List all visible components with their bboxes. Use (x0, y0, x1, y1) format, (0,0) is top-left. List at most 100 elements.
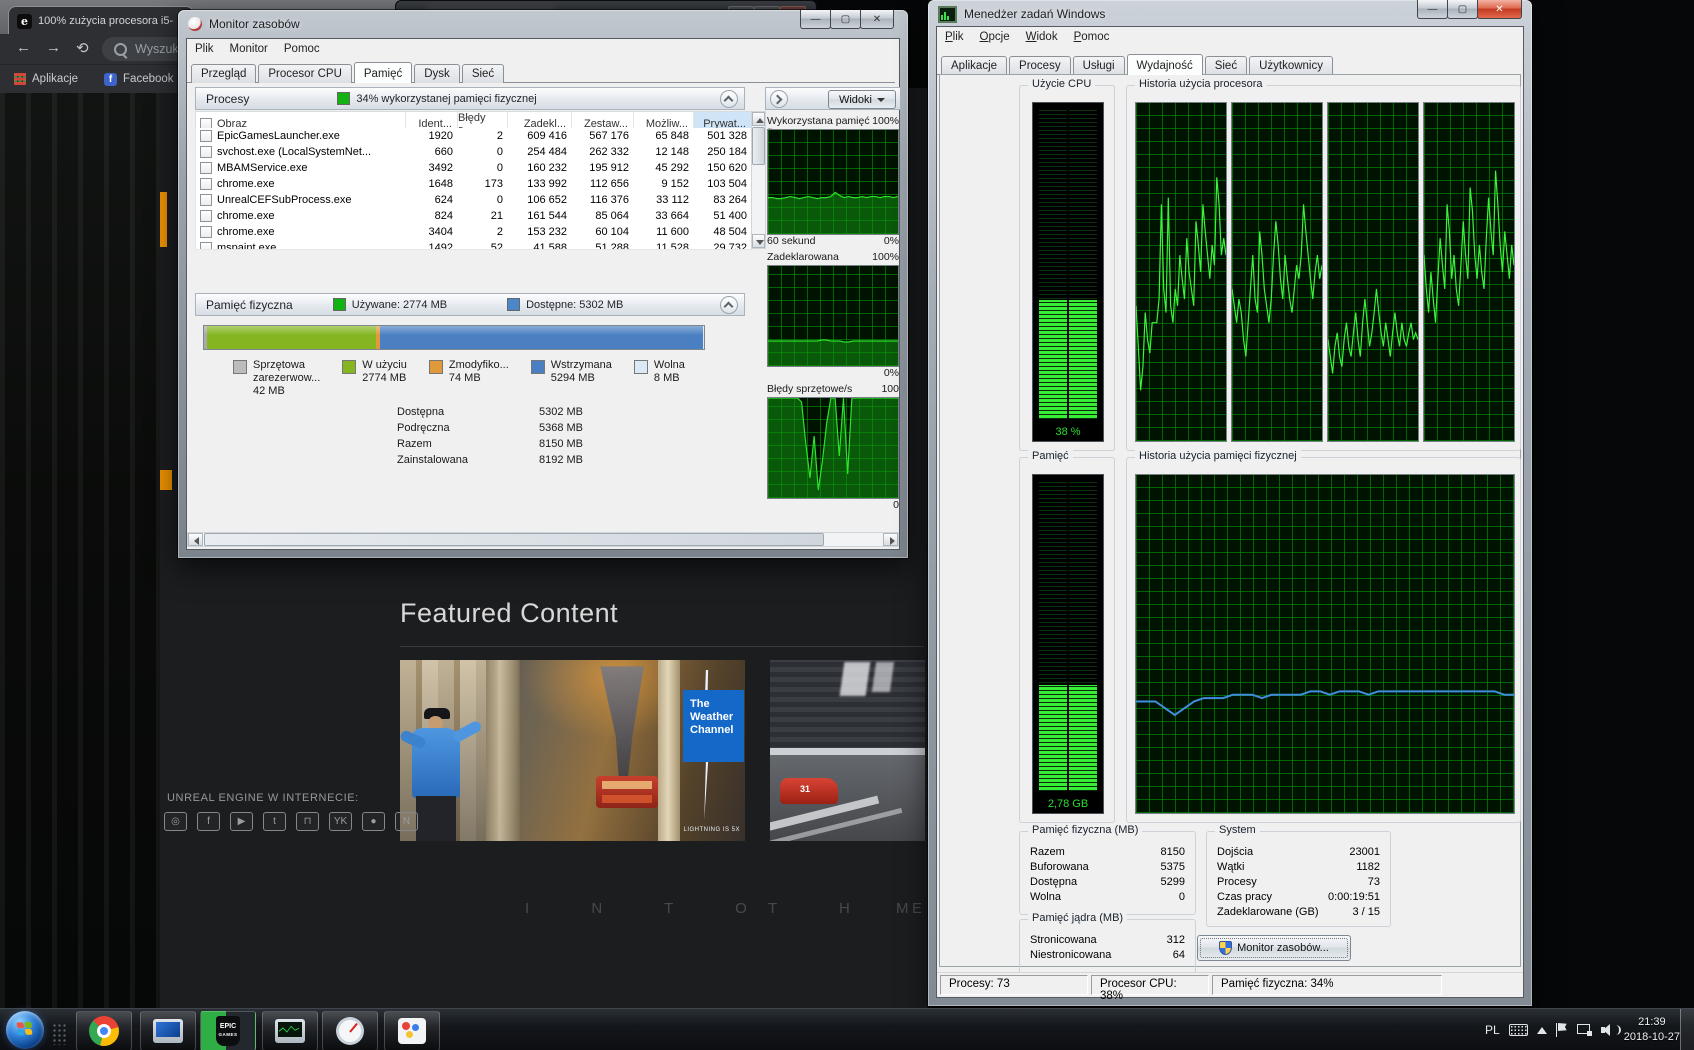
tab[interactable]: Sieć (1205, 56, 1247, 75)
taskbar-display-button[interactable] (140, 1011, 196, 1050)
cpu-usage-value: 38 % (1033, 426, 1103, 438)
menu-item[interactable]: Plik (195, 43, 214, 55)
taskbar-paint-button[interactable] (384, 1011, 440, 1050)
memory-legend-item: Wstrzymana5294 MB (531, 359, 612, 398)
rm-horizontal-scrollbar[interactable] (187, 532, 899, 547)
tab[interactable]: Usługi (1073, 56, 1125, 75)
forward-icon[interactable]: → (46, 39, 61, 56)
language-indicator[interactable]: PL (1485, 1023, 1500, 1037)
process-table-scrollbar[interactable] (751, 111, 766, 249)
menu-item[interactable]: Pomoc (284, 43, 320, 55)
process-row[interactable]: chrome.exe 1648173133 992 112 6569 15210… (196, 176, 752, 192)
tm-maximize-button[interactable]: ▢ (1447, 0, 1478, 19)
menu-item[interactable]: Plik (945, 31, 964, 43)
instagram-icon[interactable]: ◎ (164, 812, 187, 831)
processes-section-header[interactable]: Procesy 34% wykorzystanej pamięci fizycz… (195, 87, 745, 110)
expand-panel-button[interactable] (770, 90, 788, 108)
cpu-history-graph-4 (1423, 102, 1515, 442)
desktop-wallpaper (0, 88, 165, 1008)
task-manager-icon (275, 1019, 305, 1043)
membar-segment-in-use (207, 326, 376, 349)
vk-icon[interactable]: ● (362, 812, 385, 831)
tab[interactable]: Przegląd (191, 64, 256, 83)
rm-minimize-button[interactable]: — (800, 10, 831, 29)
scrollbar-thumb[interactable] (752, 127, 765, 165)
process-row[interactable]: UnrealCEFSubProcess.exe 6240106 652 116 … (196, 192, 752, 208)
desktop: e 100% zużycia procesora i5- ← → ⟲ Wyszu… (0, 0, 1694, 1050)
rm-titlebar[interactable]: Monitor zasobów (178, 10, 908, 38)
tab[interactable]: Pamięć (354, 62, 412, 83)
process-row[interactable]: svchost.exe (LocalSystemNet... 6600254 4… (196, 144, 752, 160)
tm-minimize-button[interactable]: — (1417, 0, 1448, 19)
tab[interactable]: Użytkownicy (1249, 56, 1333, 75)
bookmark-apps[interactable]: Aplikacje (14, 73, 78, 85)
tab[interactable]: Procesy (1009, 56, 1071, 75)
facebook-icon[interactable]: f (197, 812, 220, 831)
reload-icon[interactable]: ⟲ (76, 39, 89, 57)
hardware-faults-graph (767, 397, 899, 499)
menu-item[interactable]: Opcje (980, 31, 1010, 43)
menu-item[interactable]: Pomoc (1074, 31, 1110, 43)
action-center-flag-icon[interactable] (1556, 1023, 1568, 1037)
physical-memory-section-header[interactable]: Pamięć fizyczna Używane: 2774 MB Dostępn… (195, 293, 745, 316)
twitter-icon[interactable]: t (263, 812, 286, 831)
faded-background-text: I N T O (525, 900, 776, 917)
featured-card-racing[interactable]: 31 (770, 660, 925, 841)
tab[interactable]: Procesor CPU (258, 64, 352, 83)
tab[interactable]: Wydajność (1127, 54, 1203, 75)
tab[interactable]: Dysk (414, 64, 460, 83)
process-row[interactable]: chrome.exe 82421161 544 85 06433 66451 4… (196, 208, 752, 224)
row-checkbox[interactable] (200, 178, 212, 190)
tm-close-button[interactable]: ✕ (1477, 0, 1522, 19)
keyboard-icon[interactable] (1509, 1024, 1528, 1036)
n-icon[interactable]: N (395, 812, 418, 831)
row-checkbox[interactable] (200, 226, 212, 238)
tab[interactable]: Sieć (462, 64, 504, 83)
network-icon[interactable] (1577, 1024, 1592, 1036)
menu-item[interactable]: Widok (1026, 31, 1058, 43)
taskbar-task-manager-button[interactable] (262, 1011, 318, 1050)
twitch-icon[interactable]: ⊓ (296, 812, 319, 831)
resource-monitor-icon (336, 1017, 364, 1045)
row-checkbox[interactable] (200, 146, 212, 158)
views-toolbar: Widoki (765, 87, 901, 110)
process-row[interactable]: MBAMService.exe 34920160 232 195 91245 2… (196, 160, 752, 176)
rm-maximize-button[interactable]: ▢ (830, 10, 861, 29)
taskbar-epic-games-button[interactable]: EPIC GAMES (200, 1011, 256, 1050)
featured-card-weather[interactable]: The Weather Channel LIGHTNING IS 5X (400, 660, 745, 841)
back-icon[interactable]: ← (16, 39, 31, 56)
row-checkbox[interactable] (200, 162, 212, 174)
show-desktop-button[interactable] (1680, 1009, 1694, 1050)
show-hidden-icons-button[interactable] (1537, 1027, 1547, 1034)
start-button[interactable] (6, 1011, 44, 1049)
process-row[interactable]: chrome.exe 34042153 232 60 10411 60048 5… (196, 224, 752, 240)
open-resource-monitor-button[interactable]: Monitor zasobów... (1197, 935, 1351, 961)
yk-icon[interactable]: YK (329, 812, 352, 831)
info-row: Czas pracy0:00:19:51 (1217, 891, 1380, 906)
volume-icon[interactable] (1601, 1023, 1615, 1037)
browser-tab[interactable]: e 100% zużycia procesora i5- (8, 6, 194, 35)
process-row[interactable]: EpicGamesLauncher.exe 19202609 416 567 1… (196, 128, 752, 144)
memory-stat-row: Razem8150 MB (397, 438, 583, 454)
row-checkbox[interactable] (200, 130, 212, 142)
tab[interactable]: Aplikacje (941, 56, 1007, 75)
taskbar-clock[interactable]: 21:39 2018-10-27 (1624, 1015, 1680, 1045)
collapse-processes-button[interactable] (720, 90, 738, 108)
scrollbar-thumb[interactable] (204, 533, 824, 546)
process-row[interactable]: mspaint.exe 1492 52 41 588 51 288 11 528… (196, 240, 752, 250)
cpu-history-graph-2 (1231, 102, 1323, 442)
taskbar-chrome-button[interactable] (76, 1011, 132, 1050)
views-button[interactable]: Widoki (828, 90, 896, 109)
tm-tabs: AplikacjeProcesyUsługiWydajnośćSiećUżytk… (937, 49, 1519, 75)
youtube-icon[interactable]: ▶ (230, 812, 253, 831)
featured-content-heading: Featured Content (400, 598, 618, 629)
collapse-memory-button[interactable] (720, 296, 738, 314)
row-checkbox[interactable] (200, 194, 212, 206)
taskbar-resource-monitor-button[interactable] (322, 1011, 378, 1050)
menu-item[interactable]: Monitor (230, 43, 268, 55)
bookmark-facebook[interactable]: f Facebook (104, 73, 174, 86)
rm-close-button[interactable]: ✕ (860, 10, 894, 29)
row-checkbox[interactable] (200, 210, 212, 222)
display-icon (153, 1019, 183, 1043)
memory-stat-row: Dostępna5302 MB (397, 406, 583, 422)
